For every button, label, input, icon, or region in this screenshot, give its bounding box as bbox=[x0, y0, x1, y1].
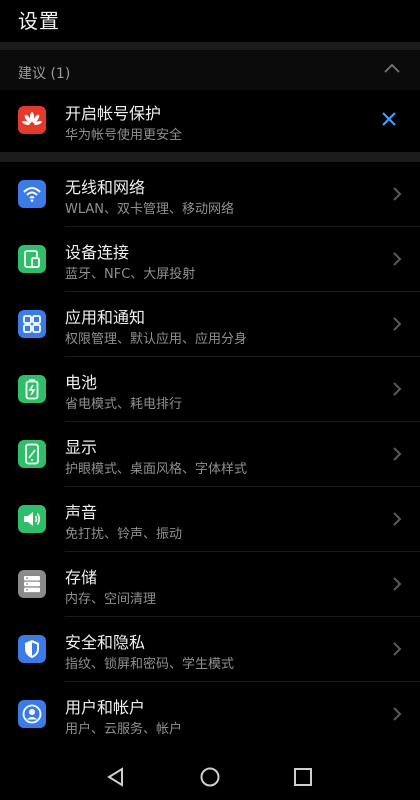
top-bar: 设置 bbox=[0, 0, 420, 40]
chevron-up-icon[interactable] bbox=[382, 60, 402, 76]
apps-icon bbox=[18, 310, 46, 338]
user-icon bbox=[18, 700, 46, 728]
settings-item-title: 声音 bbox=[65, 503, 98, 522]
settings-item-title: 应用和通知 bbox=[65, 308, 146, 327]
settings-item-title: 安全和隐私 bbox=[65, 633, 146, 652]
settings-item-title: 显示 bbox=[65, 438, 98, 457]
navigation-bar bbox=[0, 752, 420, 800]
suggestion-card-account-protection[interactable]: 开启帐号保护 华为帐号使用更安全 bbox=[0, 90, 420, 150]
chevron-right-icon bbox=[393, 382, 402, 396]
page-title: 设置 bbox=[18, 9, 60, 33]
settings-item-subtitle: 蓝牙、NFC、大屏投射 bbox=[65, 267, 196, 282]
wifi-icon bbox=[18, 180, 46, 208]
chevron-right-icon bbox=[393, 707, 402, 721]
settings-item-apps-notifications[interactable]: 应用和通知 权限管理、默认应用、应用分身 bbox=[0, 292, 420, 357]
suggestions-title: 建议 (1) bbox=[18, 66, 71, 82]
chevron-right-icon bbox=[393, 642, 402, 656]
settings-item-subtitle: 免打扰、铃声、振动 bbox=[65, 527, 183, 542]
home-icon[interactable] bbox=[197, 764, 223, 790]
settings-item-device-connection[interactable]: 设备连接 蓝牙、NFC、大屏投射 bbox=[0, 227, 420, 292]
settings-item-battery[interactable]: 电池 省电模式、耗电排行 bbox=[0, 357, 420, 422]
storage-icon bbox=[18, 570, 46, 598]
sound-icon bbox=[18, 505, 46, 533]
suggestions-header[interactable]: 建议 (1) bbox=[0, 50, 420, 90]
device-connect-icon bbox=[18, 245, 46, 273]
settings-item-subtitle: 护眼模式、桌面风格、字体样式 bbox=[65, 462, 248, 477]
settings-item-title: 存储 bbox=[65, 568, 98, 587]
settings-item-title: 电池 bbox=[65, 373, 98, 392]
settings-item-subtitle: 指纹、锁屏和密码、学生模式 bbox=[65, 657, 235, 672]
chevron-right-icon bbox=[393, 252, 402, 266]
settings-item-title: 设备连接 bbox=[65, 243, 130, 262]
chevron-right-icon bbox=[393, 317, 402, 331]
settings-list: 无线和网络 WLAN、双卡管理、移动网络 设备连接 蓝牙、NFC、大屏投射 应用… bbox=[0, 162, 420, 747]
chevron-right-icon bbox=[393, 577, 402, 591]
settings-item-subtitle: WLAN、双卡管理、移动网络 bbox=[65, 202, 235, 217]
settings-item-display[interactable]: 显示 护眼模式、桌面风格、字体样式 bbox=[0, 422, 420, 487]
suggestion-subtitle: 华为帐号使用更安全 bbox=[65, 128, 183, 143]
settings-item-sound[interactable]: 声音 免打扰、铃声、振动 bbox=[0, 487, 420, 552]
settings-item-subtitle: 用户、云服务、帐户 bbox=[65, 722, 183, 737]
suggestion-title: 开启帐号保护 bbox=[65, 104, 162, 123]
section-separator bbox=[0, 152, 420, 162]
huawei-logo-icon bbox=[18, 106, 46, 134]
shield-icon bbox=[18, 635, 46, 663]
chevron-right-icon bbox=[393, 187, 402, 201]
settings-item-subtitle: 权限管理、默认应用、应用分身 bbox=[65, 332, 248, 347]
chevron-right-icon bbox=[393, 512, 402, 526]
settings-item-title: 用户和帐户 bbox=[65, 698, 146, 717]
chevron-right-icon bbox=[393, 447, 402, 461]
settings-item-storage[interactable]: 存储 内存、空间清理 bbox=[0, 552, 420, 617]
display-icon bbox=[18, 440, 46, 468]
settings-item-users-accounts[interactable]: 用户和帐户 用户、云服务、帐户 bbox=[0, 682, 420, 747]
settings-item-title: 无线和网络 bbox=[65, 178, 146, 197]
close-icon[interactable] bbox=[378, 108, 400, 130]
settings-item-wireless-network[interactable]: 无线和网络 WLAN、双卡管理、移动网络 bbox=[0, 162, 420, 227]
back-icon[interactable] bbox=[103, 764, 129, 790]
header-separator bbox=[0, 42, 420, 50]
settings-item-security-privacy[interactable]: 安全和隐私 指纹、锁屏和密码、学生模式 bbox=[0, 617, 420, 682]
battery-icon bbox=[18, 375, 46, 403]
recents-icon[interactable] bbox=[290, 764, 316, 790]
settings-item-subtitle: 省电模式、耗电排行 bbox=[65, 397, 183, 412]
settings-item-subtitle: 内存、空间清理 bbox=[65, 592, 157, 607]
